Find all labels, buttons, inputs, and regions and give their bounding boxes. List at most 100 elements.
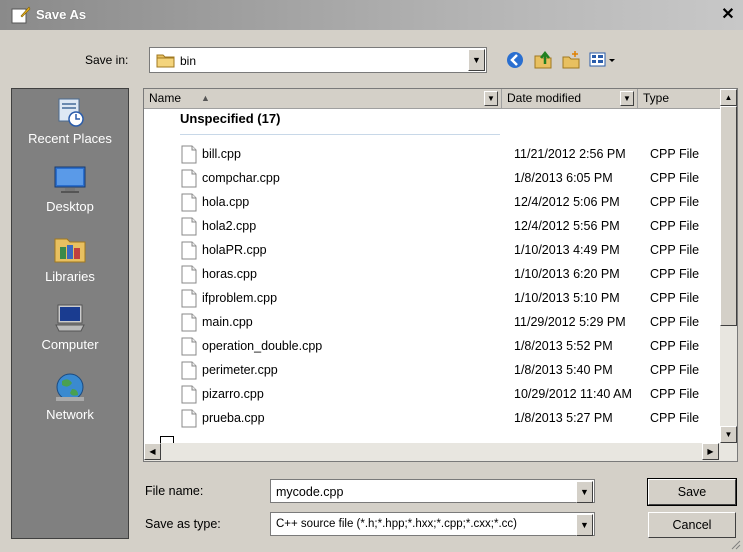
cpp-file-icon — [181, 193, 197, 212]
place-label: Desktop — [46, 199, 94, 214]
place-computer[interactable]: Computer — [12, 301, 128, 352]
file-row[interactable]: hola.cpp 12/4/2012 5:06 PM CPP File — [144, 191, 720, 214]
chevron-down-icon[interactable]: ▼ — [576, 481, 593, 503]
cancel-button[interactable]: Cancel — [648, 512, 736, 538]
save-document-icon — [11, 6, 31, 24]
file-row[interactable]: bill.cpp 11/21/2012 2:56 PM CPP File — [144, 143, 720, 166]
save-as-type-value: C++ source file (*.h;*.hpp;*.hxx;*.cpp;*… — [276, 518, 517, 530]
file-date: 1/8/2013 5:27 PM — [514, 411, 613, 425]
file-type: CPP File — [650, 363, 700, 377]
desktop-icon — [54, 166, 86, 193]
file-type: CPP File — [650, 315, 700, 329]
file-name: horas.cpp — [202, 267, 257, 281]
file-name: compchar.cpp — [202, 171, 280, 185]
column-date-filter-icon[interactable]: ▼ — [620, 91, 634, 106]
cpp-file-icon — [181, 337, 197, 356]
view-menu-icon[interactable] — [587, 48, 619, 72]
place-label: Recent Places — [28, 131, 112, 146]
horizontal-scrollbar[interactable]: ◀ ▶ — [144, 443, 737, 461]
title-bar[interactable]: Save As ✕ — [0, 0, 743, 30]
file-name: main.cpp — [202, 315, 253, 329]
file-name: operation_double.cpp — [202, 339, 323, 353]
column-type[interactable]: Type — [638, 89, 720, 108]
file-type: CPP File — [650, 339, 700, 353]
resize-grip-icon[interactable] — [729, 538, 741, 550]
place-label: Network — [46, 407, 94, 422]
file-name: prueba.cpp — [202, 411, 265, 425]
vertical-scroll-thumb[interactable] — [720, 106, 737, 326]
file-name-input[interactable]: mycode.cpp ▼ — [270, 479, 595, 503]
save-in-value: bin — [180, 54, 197, 68]
file-row[interactable]: ifproblem.cpp 1/10/2013 5:10 PM CPP File — [144, 287, 720, 310]
file-date: 1/8/2013 6:05 PM — [514, 171, 613, 185]
file-row[interactable]: holaPR.cpp 1/10/2013 4:49 PM CPP File — [144, 239, 720, 262]
file-date: 11/29/2012 5:29 PM — [514, 315, 626, 329]
file-row[interactable]: main.cpp 11/29/2012 5:29 PM CPP File — [144, 311, 720, 334]
place-label: Libraries — [45, 269, 95, 284]
file-row[interactable]: perimeter.cpp 1/8/2013 5:40 PM CPP File — [144, 359, 720, 382]
cpp-file-icon — [181, 385, 197, 404]
save-button[interactable]: Save — [647, 478, 737, 506]
scroll-right-icon[interactable]: ▶ — [702, 443, 719, 460]
up-folder-icon[interactable] — [531, 48, 555, 72]
column-name[interactable]: Name ▲ ▼ — [144, 89, 502, 108]
column-header: Name ▲ ▼ Date modified ▼ Type — [144, 89, 720, 109]
place-desktop[interactable]: Desktop — [12, 163, 128, 214]
cpp-file-icon — [181, 289, 197, 308]
file-date: 10/29/2012 11:40 AM — [514, 387, 632, 401]
file-name: bill.cpp — [202, 147, 241, 161]
file-row[interactable]: prueba.cpp 1/8/2013 5:27 PM CPP File — [144, 407, 720, 430]
file-type: CPP File — [650, 171, 700, 185]
place-recent-places[interactable]: Recent Places — [12, 95, 128, 146]
file-row[interactable]: operation_double.cpp 1/8/2013 5:52 PM CPP … — [144, 335, 720, 358]
file-row[interactable]: pizarro.cpp 10/29/2012 11:40 AM CPP File — [144, 383, 720, 406]
file-row[interactable]: hola2.cpp 12/4/2012 5:56 PM CPP File — [144, 215, 720, 238]
file-date: 1/10/2013 5:10 PM — [514, 291, 620, 305]
back-icon[interactable] — [503, 48, 527, 72]
save-as-type-select[interactable]: C++ source file (*.h;*.hpp;*.hxx;*.cpp;*… — [270, 512, 595, 536]
cpp-file-icon — [181, 361, 197, 380]
file-name-label: File name: — [145, 484, 204, 498]
computer-icon — [55, 304, 85, 332]
place-libraries[interactable]: Libraries — [12, 233, 128, 284]
column-date[interactable]: Date modified ▼ — [502, 89, 638, 108]
column-name-label: Name — [149, 91, 182, 105]
file-type: CPP File — [650, 387, 700, 401]
chevron-down-icon[interactable]: ▼ — [468, 49, 485, 71]
file-name: ifproblem.cpp — [202, 291, 278, 305]
file-row[interactable]: compchar.cpp 1/8/2013 6:05 PM CPP File — [144, 167, 720, 190]
file-name-value: mycode.cpp — [276, 485, 344, 499]
file-date: 1/10/2013 4:49 PM — [514, 243, 620, 257]
save-in-label: Save in: — [85, 53, 129, 67]
file-row[interactable]: horas.cpp 1/10/2013 6:20 PM CPP File — [144, 263, 720, 286]
cpp-file-icon — [181, 217, 197, 236]
file-type: CPP File — [650, 243, 700, 257]
chevron-down-icon[interactable]: ▼ — [576, 514, 593, 536]
file-type: CPP File — [650, 267, 700, 281]
file-type: CPP File — [650, 411, 700, 425]
new-folder-icon[interactable] — [559, 48, 583, 72]
file-type: CPP File — [650, 219, 700, 233]
close-icon[interactable]: ✕ — [719, 6, 737, 24]
file-name: perimeter.cpp — [202, 363, 278, 377]
vertical-scrollbar[interactable]: ▲ ▼ — [720, 89, 737, 443]
file-list[interactable]: Name ▲ ▼ Date modified ▼ Type Unspecifie… — [143, 88, 738, 462]
file-date: 12/4/2012 5:56 PM — [514, 219, 620, 233]
column-date-label: Date modified — [507, 91, 582, 105]
column-name-filter-icon[interactable]: ▼ — [484, 91, 498, 106]
scroll-left-icon[interactable]: ◀ — [144, 443, 161, 460]
scroll-down-icon[interactable]: ▼ — [720, 426, 737, 443]
file-date: 1/8/2013 5:40 PM — [514, 363, 613, 377]
libraries-icon — [54, 238, 86, 263]
save-in-dropdown[interactable]: bin ▼ — [149, 47, 487, 73]
save-as-type-label: Save as type: — [145, 517, 221, 531]
recent-places-icon — [58, 98, 84, 127]
file-date: 12/4/2012 5:06 PM — [514, 195, 620, 209]
file-date: 11/21/2012 2:56 PM — [514, 147, 626, 161]
scroll-up-icon[interactable]: ▲ — [720, 89, 737, 106]
group-header: Unspecified (17) — [180, 111, 281, 126]
column-type-label: Type — [643, 91, 670, 105]
place-network[interactable]: Network — [12, 371, 128, 422]
file-name: hola.cpp — [202, 195, 250, 209]
file-type: CPP File — [650, 195, 700, 209]
